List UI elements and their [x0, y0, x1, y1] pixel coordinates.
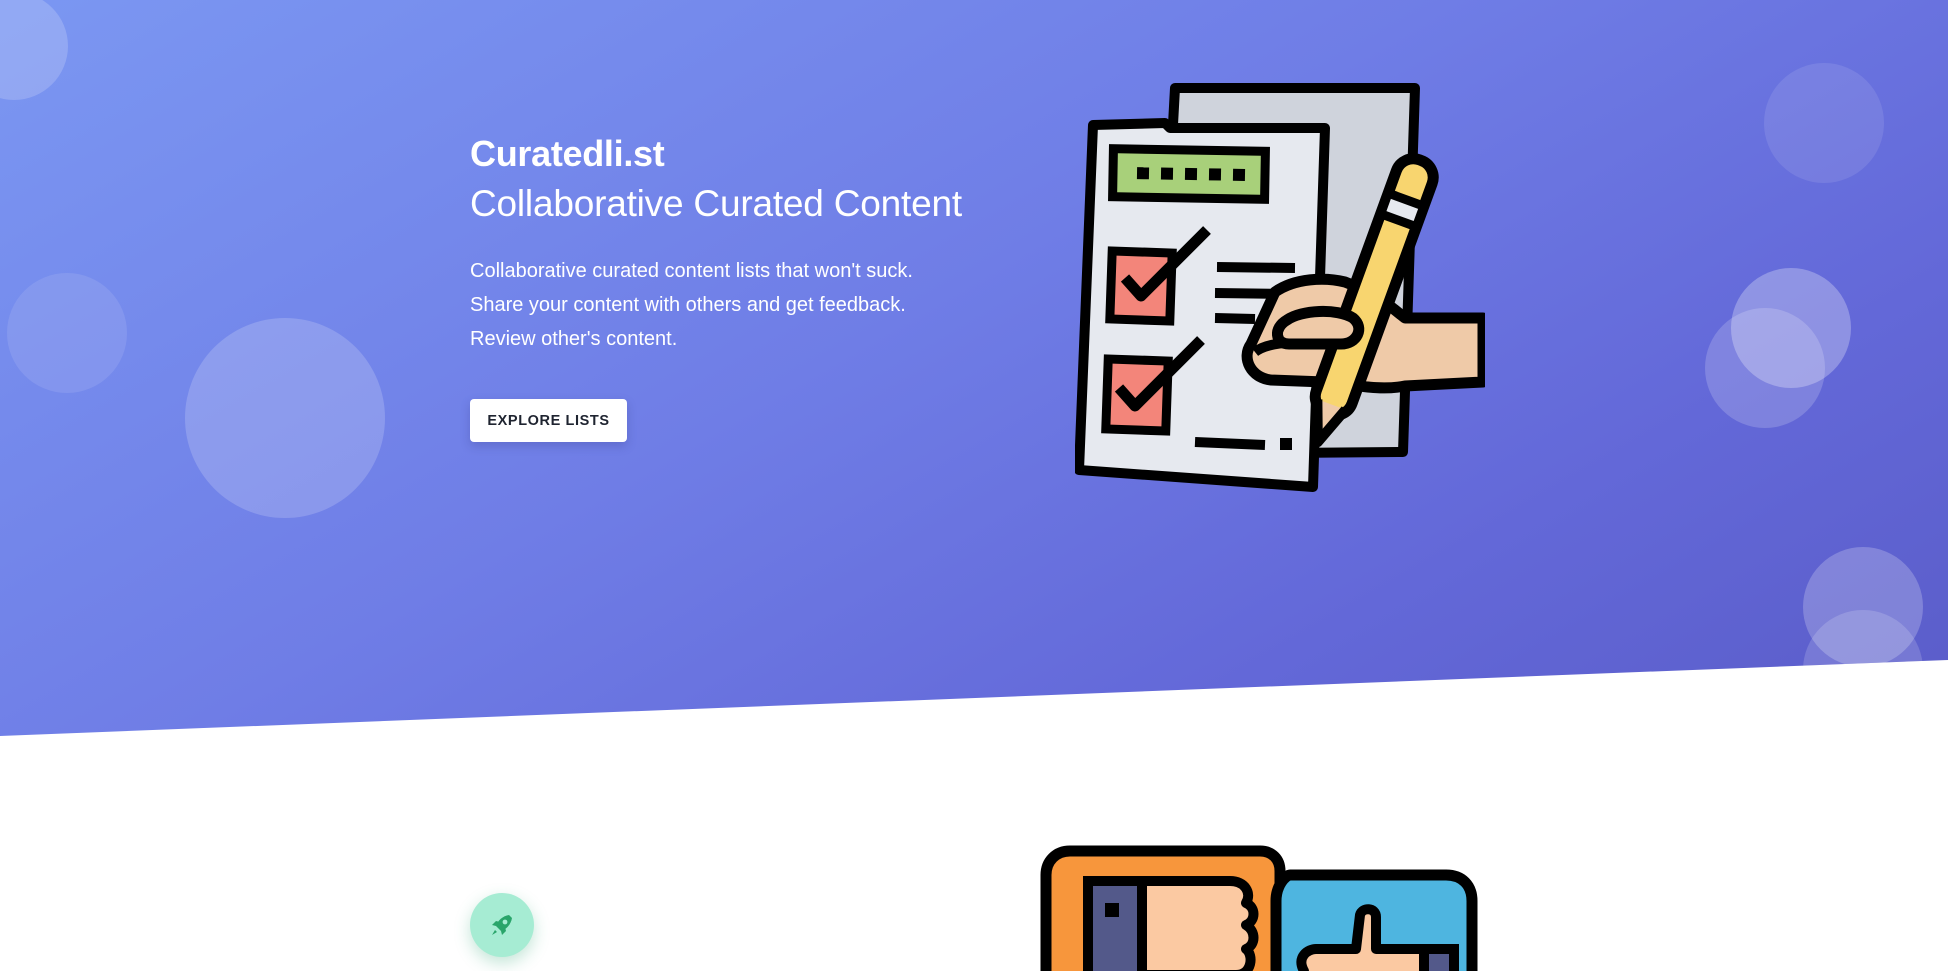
hero-text-block: Curatedli.st Collaborative Curated Conte…: [470, 132, 990, 356]
hero-description: Collaborative curated content lists that…: [470, 254, 990, 356]
checklist-illustration: [1075, 83, 1485, 492]
explore-lists-button[interactable]: EXPLORE LISTS: [470, 399, 627, 442]
decorative-bubble: [1705, 308, 1825, 428]
decorative-bubble: [7, 273, 127, 393]
decorative-bubble: [1764, 63, 1884, 183]
decorative-bubble: [185, 318, 385, 518]
decorative-bubble: [1803, 610, 1923, 730]
hero-tagline: Collaborative Curated Content: [470, 183, 962, 224]
brand-title: Curatedli.st: [470, 133, 665, 174]
description-line: Collaborative curated content lists that…: [470, 260, 913, 282]
decorative-bubble: [0, 0, 68, 100]
feature-icon-badge: [470, 893, 534, 957]
thumbs-illustration: [1040, 845, 1478, 971]
hero-section: Curatedli.st Collaborative Curated Conte…: [0, 0, 1948, 736]
rocket-icon: [492, 915, 512, 935]
description-line: Share your content with others and get f…: [470, 294, 906, 316]
description-line: Review other's content.: [470, 328, 678, 350]
